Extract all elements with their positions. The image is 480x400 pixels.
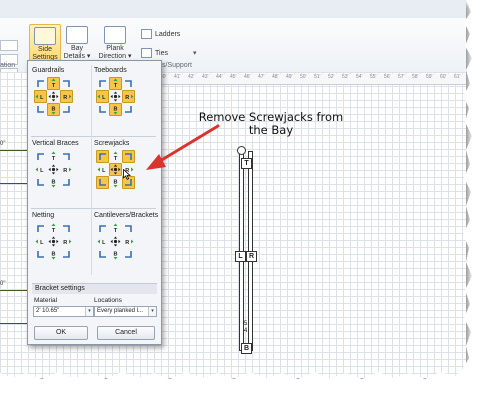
edge-mask — [0, 0, 480, 400]
torn-paper-edge — [0, 0, 480, 400]
